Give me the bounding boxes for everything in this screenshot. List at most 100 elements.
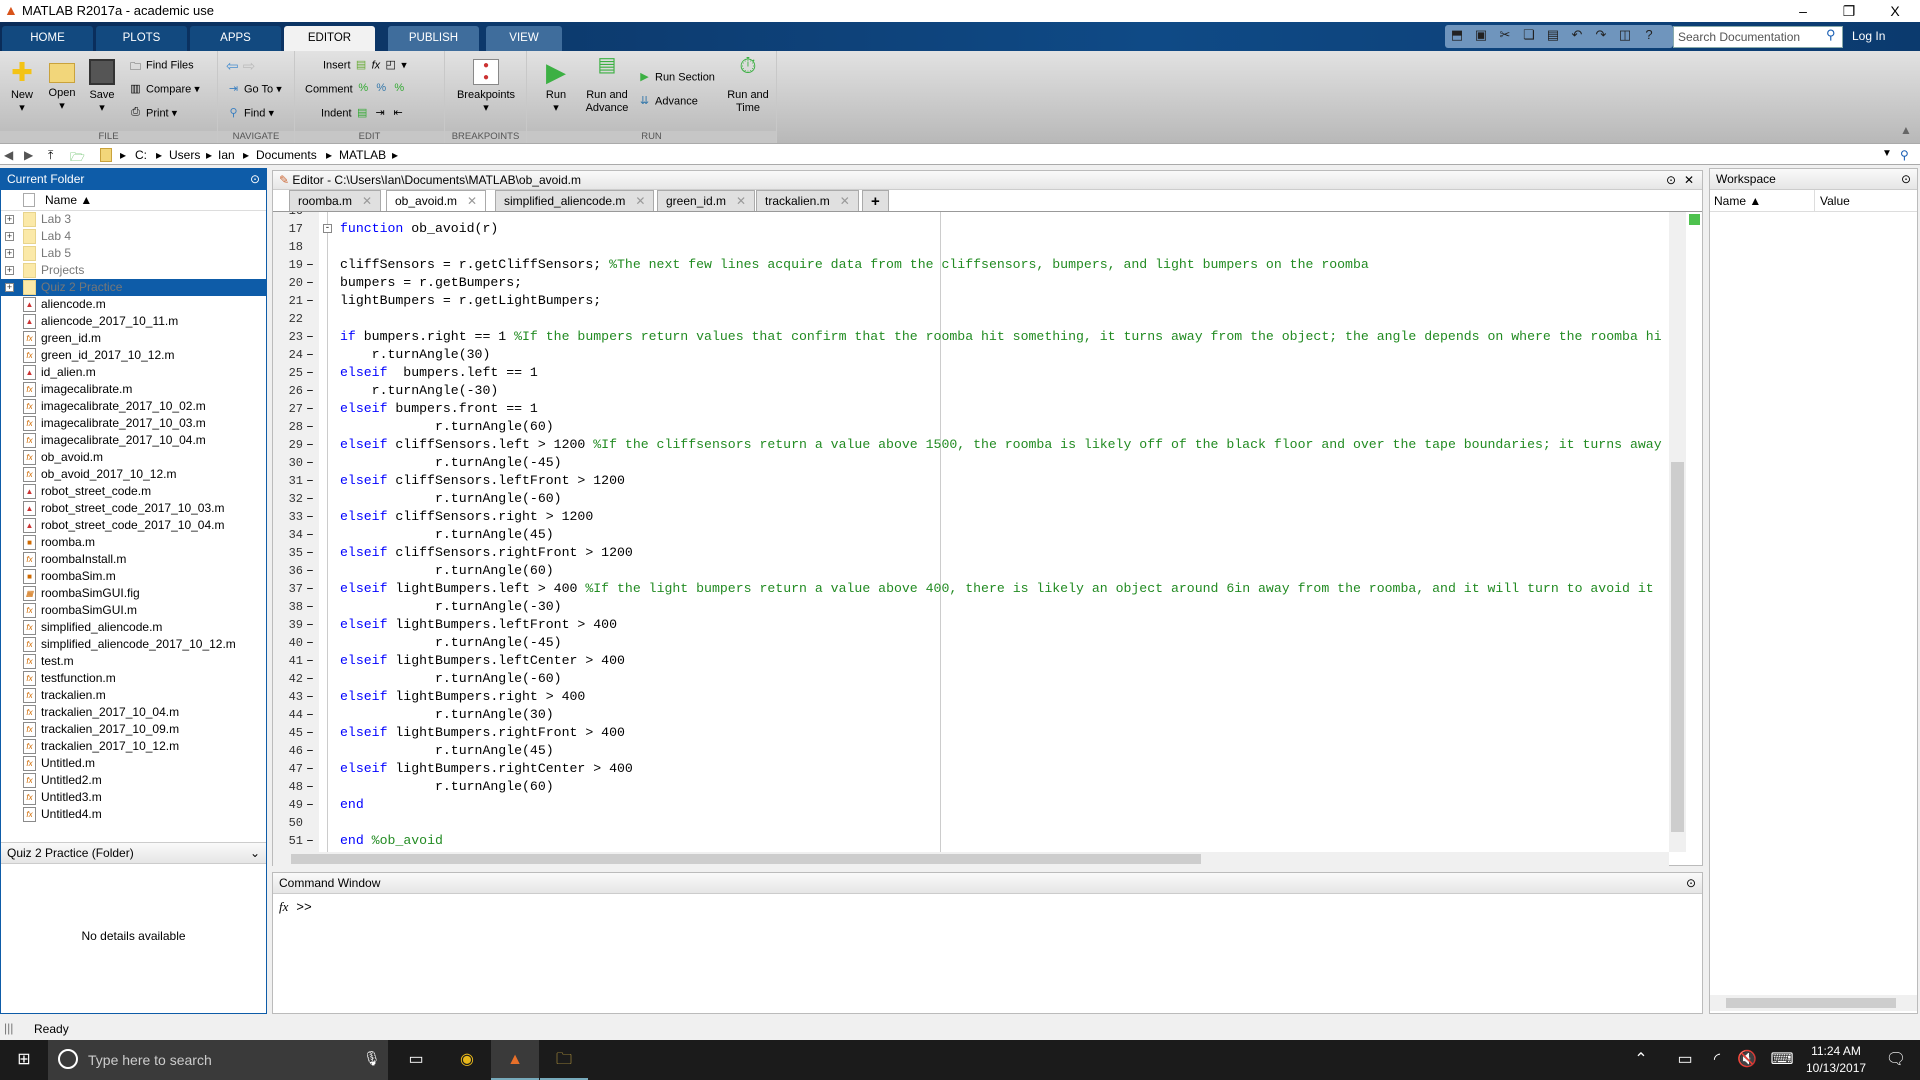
close-tab-icon[interactable]: ✕ xyxy=(736,194,746,208)
taskbar-search[interactable]: Type here to search 🎙 xyxy=(48,1040,388,1080)
line-number[interactable]: 29 xyxy=(273,436,303,454)
browse-folder-icon[interactable]: 🗁 xyxy=(70,148,85,169)
breakpoint-marker[interactable]: – xyxy=(303,760,317,778)
code-line[interactable]: 32– r.turnAngle(-60) xyxy=(273,490,1668,508)
file-item[interactable]: fx Untitled3.m xyxy=(1,789,266,806)
code-line[interactable]: 42– r.turnAngle(-60) xyxy=(273,670,1668,688)
value-column-header[interactable]: Value xyxy=(1820,194,1850,208)
code-line[interactable]: 19– cliffSensors = r.getCliffSensors; %Th… xyxy=(273,256,1668,274)
breakpoint-marker[interactable]: – xyxy=(303,472,317,490)
code-line[interactable]: 17 - function ob_avoid(r) xyxy=(273,220,1668,238)
file-item[interactable]: ▲ robot_street_code_2017_10_03.m xyxy=(1,500,266,517)
help-icon[interactable]: ? xyxy=(1638,27,1660,45)
panel-menu-icon[interactable]: ⊙ xyxy=(250,172,260,186)
code-line[interactable]: 51– end %ob_avoid xyxy=(273,832,1668,850)
line-number[interactable]: 42 xyxy=(273,670,303,688)
close-editor-icon[interactable]: ✕ xyxy=(1684,173,1694,187)
fold-icon[interactable]: - xyxy=(323,224,332,233)
panel-menu-icon[interactable]: ⊙ xyxy=(1666,173,1676,187)
line-number[interactable]: 16 xyxy=(273,212,303,220)
decrease-indent-icon[interactable]: ⇤ xyxy=(391,106,406,121)
code-line[interactable]: 41– elseif lightBumpers.leftCenter > 400 xyxy=(273,652,1668,670)
redo-icon[interactable]: ↷ xyxy=(1590,27,1612,45)
file-item[interactable]: fx simplified_aliencode.m xyxy=(1,619,266,636)
open-button[interactable]: Open ▾ xyxy=(44,59,80,113)
line-number[interactable]: 50 xyxy=(273,814,303,832)
expand-icon[interactable]: + xyxy=(5,283,14,292)
breakpoint-marker[interactable]: – xyxy=(303,418,317,436)
undo-icon[interactable]: ↶ xyxy=(1566,27,1588,45)
file-item[interactable]: fx trackalien_2017_10_12.m xyxy=(1,738,266,755)
code-line[interactable]: 23– if bumpers.right == 1 %If the bumpers… xyxy=(273,328,1668,346)
breakpoint-marker[interactable]: – xyxy=(303,328,317,346)
paste-icon[interactable]: ▤ xyxy=(1542,27,1564,45)
folder-item[interactable]: + Quiz 2 Practice xyxy=(1,279,266,296)
up-folder-icon[interactable]: ⤒ xyxy=(48,148,53,163)
code-line[interactable]: 44– r.turnAngle(30) xyxy=(273,706,1668,724)
file-item[interactable]: fx imagecalibrate_2017_10_04.m xyxy=(1,432,266,449)
file-item[interactable]: fx imagecalibrate.m xyxy=(1,381,266,398)
code-line[interactable]: 50 xyxy=(273,814,1668,832)
action-center-icon[interactable]: 🗨 xyxy=(1872,1040,1920,1080)
battery-icon[interactable]: ▭ xyxy=(1670,1040,1700,1080)
breakpoint-marker[interactable]: – xyxy=(303,292,317,310)
code-line[interactable]: 49– end xyxy=(273,796,1668,814)
code-line[interactable]: 27– elseif bumpers.front == 1 xyxy=(273,400,1668,418)
folder-item[interactable]: + Lab 4 xyxy=(1,228,266,245)
line-number[interactable]: 17 xyxy=(273,220,303,238)
code-line[interactable]: 43– elseif lightBumpers.right > 400 xyxy=(273,688,1668,706)
new-button[interactable]: ✚ New ▾ xyxy=(4,59,40,115)
run-and-advance-button[interactable]: ▤ Run and Advance xyxy=(579,55,635,115)
line-number[interactable]: 41 xyxy=(273,652,303,670)
code-line[interactable]: 35– elseif cliffSensors.rightFront > 1200 xyxy=(273,544,1668,562)
code-area[interactable]: 1617-function ob_avoid(r)1819–cliffSenso… xyxy=(273,212,1668,852)
line-number[interactable]: 46 xyxy=(273,742,303,760)
code-line[interactable]: 21– lightBumpers = r.getLightBumpers; xyxy=(273,292,1668,310)
file-item[interactable]: fx roombaSimGUI.m xyxy=(1,602,266,619)
restore-button[interactable]: ❐ xyxy=(1826,0,1872,22)
find-button[interactable]: ⚲ Find ▾ xyxy=(226,106,274,121)
cut-icon[interactable]: ✂ xyxy=(1494,27,1516,45)
breakpoint-marker[interactable]: – xyxy=(303,796,317,814)
run-section-button[interactable]: ▶ Run Section xyxy=(637,70,715,85)
scrollbar-thumb[interactable] xyxy=(1671,462,1684,832)
breakpoint-marker[interactable]: – xyxy=(303,832,317,850)
breakpoint-marker[interactable]: – xyxy=(303,598,317,616)
address-dropdown-icon[interactable]: ▼ xyxy=(1882,148,1892,159)
code-line[interactable]: 39– elseif lightBumpers.leftFront > 400 xyxy=(273,616,1668,634)
close-tab-icon[interactable]: ✕ xyxy=(635,194,645,208)
search-folder-icon[interactable]: ⚲ xyxy=(1900,148,1909,162)
file-item[interactable]: fx Untitled.m xyxy=(1,755,266,772)
fx-icon[interactable]: fx xyxy=(279,899,288,914)
wrap-comment-icon[interactable]: % xyxy=(392,82,407,97)
line-number[interactable]: 33 xyxy=(273,508,303,526)
name-column-header[interactable]: Name ▲ xyxy=(1714,194,1761,208)
code-analyzer-status-icon[interactable] xyxy=(1689,214,1700,225)
breakpoint-marker[interactable]: – xyxy=(303,562,317,580)
task-view-icon[interactable]: ▭ xyxy=(392,1040,440,1080)
file-item[interactable]: ■ roomba.m xyxy=(1,534,266,551)
command-window[interactable]: Command Window ⊙ fx >> xyxy=(272,872,1703,1014)
editor-tab[interactable]: trackalien.m ✕ xyxy=(756,190,859,211)
file-explorer-icon[interactable]: 🗀 xyxy=(540,1040,588,1080)
copy-icon[interactable]: ❏ xyxy=(1518,27,1540,45)
search-documentation-input[interactable]: Search Documentation xyxy=(1673,26,1843,48)
indent-button[interactable]: Indent ▤ ⇥ ⇤ xyxy=(321,106,409,121)
file-item[interactable]: fx Untitled4.m xyxy=(1,806,266,823)
breakpoint-marker[interactable]: – xyxy=(303,544,317,562)
file-item[interactable]: fx trackalien.m xyxy=(1,687,266,704)
tab-apps[interactable]: APPS xyxy=(190,26,281,51)
expand-icon[interactable]: + xyxy=(5,249,14,258)
insert-fi-icon[interactable]: ◰ xyxy=(383,58,398,73)
keyboard-icon[interactable]: ⌨ xyxy=(1764,1040,1800,1080)
code-line[interactable]: 30– r.turnAngle(-45) xyxy=(273,454,1668,472)
windows-start-icon[interactable]: ⊞ xyxy=(0,1040,48,1080)
breakpoint-marker[interactable]: – xyxy=(303,688,317,706)
find-files-button[interactable]: 🗀 Find Files xyxy=(128,58,194,73)
line-number[interactable]: 27 xyxy=(273,400,303,418)
line-number[interactable]: 40 xyxy=(273,634,303,652)
breakpoint-marker[interactable]: – xyxy=(303,706,317,724)
breakpoint-marker[interactable]: – xyxy=(303,652,317,670)
folder-item[interactable]: + Projects xyxy=(1,262,266,279)
panel-menu-icon[interactable]: ⊙ xyxy=(1901,172,1911,186)
